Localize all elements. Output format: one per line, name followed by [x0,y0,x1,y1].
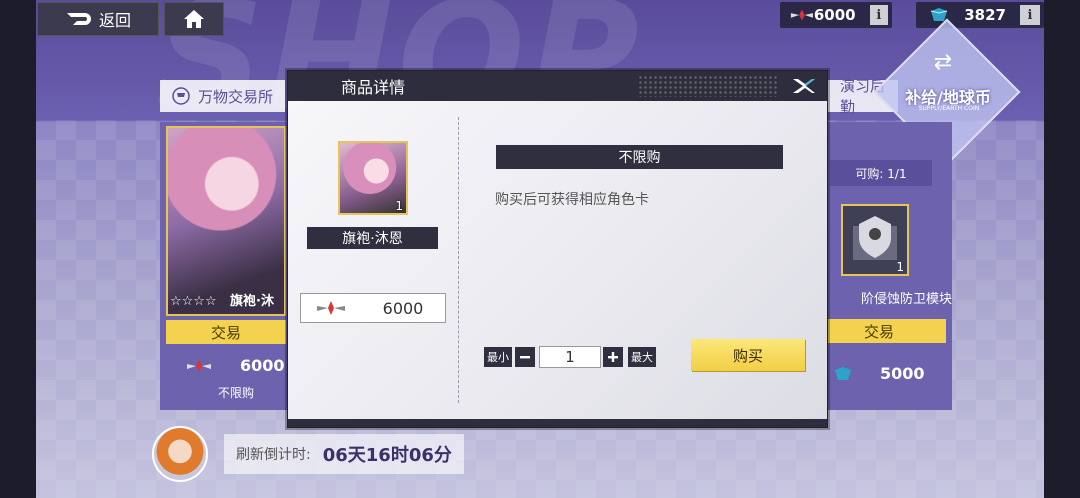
tab-exchange-label: 万物交易所 [198,87,274,106]
max-button[interactable]: 最大 [628,347,656,367]
quantity-stepper: 最小 [484,347,535,367]
plus-icon [608,352,618,362]
refresh-label: 刷新倒计时: [236,447,311,463]
character-count: 1 [395,199,403,213]
wings-emblem-icon [317,301,345,315]
card-stars: ☆☆☆☆ [170,294,217,309]
supply-sublabel: SUPPLY/EARTH COIN [918,105,980,112]
character-card-thumb: 1 [338,141,408,215]
card-character-name: 旗袍·沐 [230,294,274,309]
item-count: 1 [896,260,904,274]
info-button[interactable]: i [1020,5,1040,25]
trade-button[interactable]: 交易 [812,319,946,343]
currency-wings: 6000 i [780,2,892,28]
blue-gem-icon [835,367,851,380]
available-badge: 可购: 1/1 [830,160,932,186]
back-arrow-icon [66,13,91,25]
currency-gem-value: 3827 [964,6,1006,24]
wings-emblem-icon [790,9,813,21]
trade-button[interactable]: 交易 [166,320,286,344]
card-limit: 不限购 [218,386,255,400]
minus-button[interactable] [515,347,535,367]
dialog-divider [458,117,459,403]
refresh-time: 06天16时06分 [322,445,452,466]
card-price: 5000 [880,364,925,383]
currency-wings-value: 6000 [813,6,856,24]
cart-icon [172,87,190,105]
right-letterbox [1044,0,1080,498]
tab-exchange[interactable]: 万物交易所 [160,80,286,112]
min-button[interactable]: 最小 [484,347,512,367]
header-dot-pattern [638,75,778,97]
dialog-header: 商品详情 [288,71,827,101]
dialog-title: 商品详情 [340,78,405,97]
close-icon [793,79,815,93]
character-name: 旗袍·沐恩 [307,227,438,249]
shop-card-left[interactable]: ☆☆☆☆ 旗袍·沐 交易 6000 不限购 [160,122,290,410]
item-detail-dialog: 商品详情 1 旗袍·沐恩 6000 不限购 购买后可获得相应角色卡 最小 1 最… [287,70,828,428]
assistant-avatar[interactable] [152,426,208,482]
refresh-timer: 刷新倒计时: 06天16时06分 [224,434,464,474]
back-label: 返回 [98,11,131,30]
price-display: 6000 [300,293,446,323]
left-letterbox [0,0,36,498]
back-button[interactable]: 返回 [37,2,159,36]
home-button[interactable] [164,2,224,36]
item-description: 购买后可获得相应角色卡 [495,192,649,208]
quantity-input[interactable]: 1 [539,346,601,368]
minus-icon [520,356,530,359]
dialog-body: 1 旗袍·沐恩 6000 不限购 购买后可获得相应角色卡 最小 1 最大 购买 [288,101,827,419]
home-icon [184,10,204,28]
swap-arrow-icon: ⇄ [933,50,953,75]
item-icon-box: 1 [841,204,909,276]
quantity-stepper-right: 最大 [603,347,656,367]
info-button[interactable]: i [869,5,888,25]
dialog-footer [288,419,827,427]
currency-gem: 3827 i [916,2,1044,28]
plus-button[interactable] [603,347,623,367]
character-portrait [166,126,286,316]
item-name: 阶侵蚀防卫模块 [860,292,952,307]
purchase-limit: 不限购 [496,145,783,169]
close-button[interactable] [788,73,820,99]
wings-emblem-icon [187,360,211,372]
buy-button[interactable]: 购买 [691,339,805,371]
card-price: 6000 [240,356,285,375]
price-value: 6000 [382,298,424,318]
